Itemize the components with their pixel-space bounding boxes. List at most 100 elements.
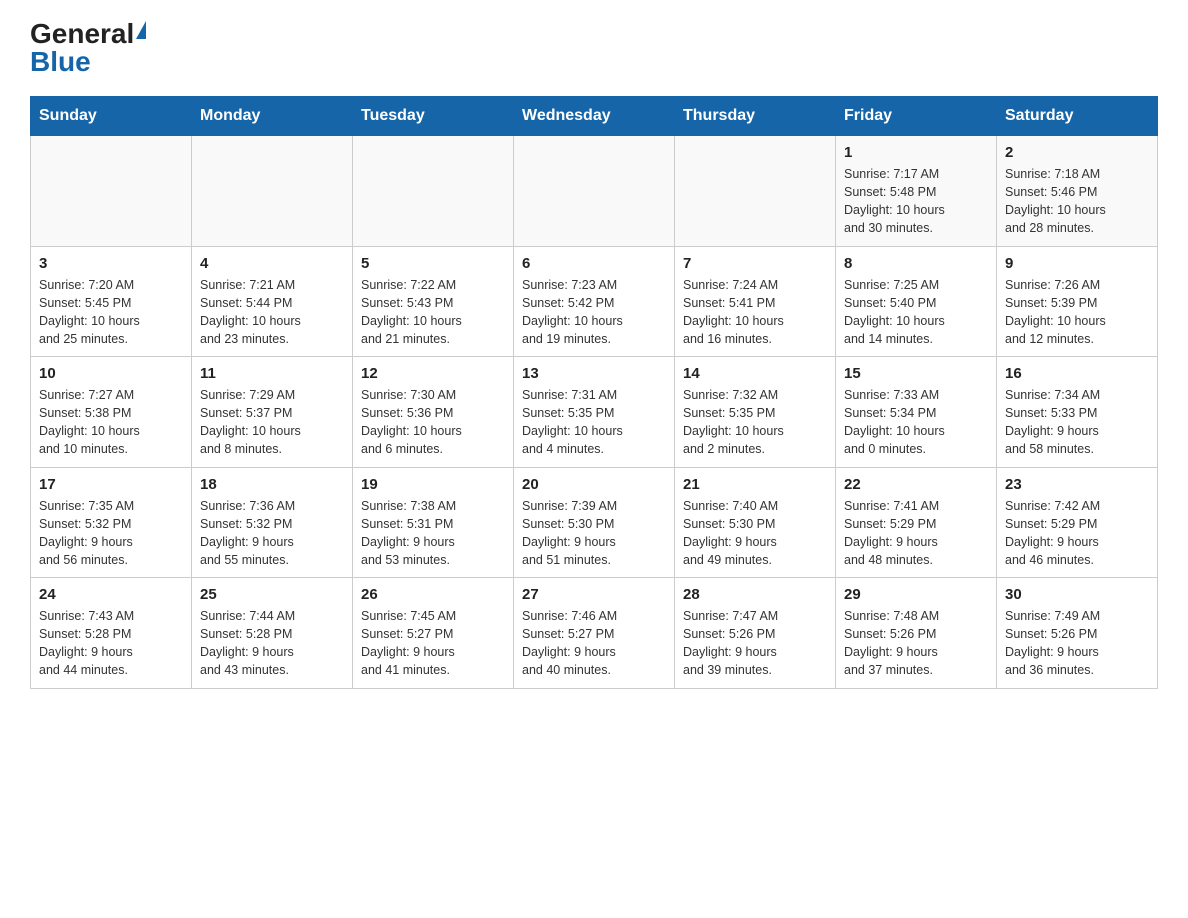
day-number: 19 xyxy=(361,476,505,493)
day-number: 15 xyxy=(844,365,988,382)
day-info: Sunrise: 7:41 AMSunset: 5:29 PMDaylight:… xyxy=(844,497,988,570)
day-info: Sunrise: 7:31 AMSunset: 5:35 PMDaylight:… xyxy=(522,386,666,459)
calendar-cell: 2 Sunrise: 7:18 AMSunset: 5:46 PMDaylight… xyxy=(997,136,1158,247)
calendar-cell: 5 Sunrise: 7:22 AMSunset: 5:43 PMDaylight… xyxy=(353,246,514,357)
day-number: 28 xyxy=(683,586,827,603)
day-number: 29 xyxy=(844,586,988,603)
day-number: 30 xyxy=(1005,586,1149,603)
day-number: 6 xyxy=(522,255,666,272)
day-info: Sunrise: 7:21 AMSunset: 5:44 PMDaylight:… xyxy=(200,276,344,349)
day-number: 26 xyxy=(361,586,505,603)
day-info: Sunrise: 7:30 AMSunset: 5:36 PMDaylight:… xyxy=(361,386,505,459)
calendar-cell: 17Sunrise: 7:35 AMSunset: 5:32 PMDayligh… xyxy=(31,467,192,578)
day-number: 12 xyxy=(361,365,505,382)
calendar-cell xyxy=(31,136,192,247)
day-number: 3 xyxy=(39,255,183,272)
day-number: 5 xyxy=(361,255,505,272)
calendar-cell: 27 Sunrise: 7:46 AMSunset: 5:27 PMDayligh… xyxy=(514,578,675,689)
day-number: 24 xyxy=(39,586,183,603)
calendar-cell: 8 Sunrise: 7:25 AMSunset: 5:40 PMDaylight… xyxy=(836,246,997,357)
day-info: Sunrise: 7:17 AMSunset: 5:48 PMDaylight:… xyxy=(844,165,988,238)
day-number: 2 xyxy=(1005,144,1149,161)
calendar-cell xyxy=(514,136,675,247)
calendar-table: Sunday Monday Tuesday Wednesday Thursday… xyxy=(30,96,1158,689)
calendar-cell: 9Sunrise: 7:26 AMSunset: 5:39 PMDaylight… xyxy=(997,246,1158,357)
day-info: Sunrise: 7:29 AMSunset: 5:37 PMDaylight:… xyxy=(200,386,344,459)
calendar-cell: 29 Sunrise: 7:48 AMSunset: 5:26 PMDayligh… xyxy=(836,578,997,689)
calendar-cell: 1Sunrise: 7:17 AMSunset: 5:48 PMDaylight… xyxy=(836,136,997,247)
day-number: 23 xyxy=(1005,476,1149,493)
calendar-cell: 21Sunrise: 7:40 AMSunset: 5:30 PMDayligh… xyxy=(675,467,836,578)
calendar-week-0: 1Sunrise: 7:17 AMSunset: 5:48 PMDaylight… xyxy=(31,136,1158,247)
day-info: Sunrise: 7:38 AMSunset: 5:31 PMDaylight:… xyxy=(361,497,505,570)
col-wednesday: Wednesday xyxy=(514,97,675,136)
day-number: 25 xyxy=(200,586,344,603)
day-info: Sunrise: 7:40 AMSunset: 5:30 PMDaylight:… xyxy=(683,497,827,570)
calendar-cell: 20Sunrise: 7:39 AMSunset: 5:30 PMDayligh… xyxy=(514,467,675,578)
logo: General Blue xyxy=(30,20,146,76)
day-number: 11 xyxy=(200,365,344,382)
day-number: 14 xyxy=(683,365,827,382)
calendar-cell: 16 Sunrise: 7:34 AMSunset: 5:33 PMDayligh… xyxy=(997,357,1158,468)
calendar-week-2: 10 Sunrise: 7:27 AMSunset: 5:38 PMDayligh… xyxy=(31,357,1158,468)
calendar-header: Sunday Monday Tuesday Wednesday Thursday… xyxy=(31,97,1158,136)
col-tuesday: Tuesday xyxy=(353,97,514,136)
day-info: Sunrise: 7:25 AMSunset: 5:40 PMDaylight:… xyxy=(844,276,988,349)
calendar-cell xyxy=(192,136,353,247)
calendar-cell: 12 Sunrise: 7:30 AMSunset: 5:36 PMDayligh… xyxy=(353,357,514,468)
day-info: Sunrise: 7:32 AMSunset: 5:35 PMDaylight:… xyxy=(683,386,827,459)
day-info: Sunrise: 7:42 AMSunset: 5:29 PMDaylight:… xyxy=(1005,497,1149,570)
day-number: 10 xyxy=(39,365,183,382)
day-info: Sunrise: 7:48 AMSunset: 5:26 PMDaylight:… xyxy=(844,607,988,680)
day-info: Sunrise: 7:46 AMSunset: 5:27 PMDaylight:… xyxy=(522,607,666,680)
day-number: 4 xyxy=(200,255,344,272)
calendar-body: 1Sunrise: 7:17 AMSunset: 5:48 PMDaylight… xyxy=(31,136,1158,689)
col-friday: Friday xyxy=(836,97,997,136)
day-number: 8 xyxy=(844,255,988,272)
day-info: Sunrise: 7:49 AMSunset: 5:26 PMDaylight:… xyxy=(1005,607,1149,680)
day-info: Sunrise: 7:39 AMSunset: 5:30 PMDaylight:… xyxy=(522,497,666,570)
calendar-cell: 26 Sunrise: 7:45 AMSunset: 5:27 PMDayligh… xyxy=(353,578,514,689)
day-number: 22 xyxy=(844,476,988,493)
logo-general-text: General xyxy=(30,20,134,48)
day-number: 27 xyxy=(522,586,666,603)
calendar-cell: 13Sunrise: 7:31 AMSunset: 5:35 PMDayligh… xyxy=(514,357,675,468)
calendar-cell xyxy=(675,136,836,247)
day-info: Sunrise: 7:24 AMSunset: 5:41 PMDaylight:… xyxy=(683,276,827,349)
calendar-cell: 10 Sunrise: 7:27 AMSunset: 5:38 PMDayligh… xyxy=(31,357,192,468)
calendar-cell: 24 Sunrise: 7:43 AMSunset: 5:28 PMDayligh… xyxy=(31,578,192,689)
calendar-cell: 23 Sunrise: 7:42 AMSunset: 5:29 PMDayligh… xyxy=(997,467,1158,578)
day-info: Sunrise: 7:22 AMSunset: 5:43 PMDaylight:… xyxy=(361,276,505,349)
day-number: 18 xyxy=(200,476,344,493)
calendar-cell: 7 Sunrise: 7:24 AMSunset: 5:41 PMDaylight… xyxy=(675,246,836,357)
calendar-week-3: 17Sunrise: 7:35 AMSunset: 5:32 PMDayligh… xyxy=(31,467,1158,578)
calendar-cell: 14 Sunrise: 7:32 AMSunset: 5:35 PMDayligh… xyxy=(675,357,836,468)
day-number: 7 xyxy=(683,255,827,272)
day-number: 9 xyxy=(1005,255,1149,272)
col-thursday: Thursday xyxy=(675,97,836,136)
calendar-cell: 11 Sunrise: 7:29 AMSunset: 5:37 PMDayligh… xyxy=(192,357,353,468)
calendar-cell: 30 Sunrise: 7:49 AMSunset: 5:26 PMDayligh… xyxy=(997,578,1158,689)
day-info: Sunrise: 7:27 AMSunset: 5:38 PMDaylight:… xyxy=(39,386,183,459)
calendar-cell xyxy=(353,136,514,247)
day-number: 16 xyxy=(1005,365,1149,382)
calendar-cell: 28Sunrise: 7:47 AMSunset: 5:26 PMDayligh… xyxy=(675,578,836,689)
day-info: Sunrise: 7:34 AMSunset: 5:33 PMDaylight:… xyxy=(1005,386,1149,459)
calendar-cell: 6 Sunrise: 7:23 AMSunset: 5:42 PMDaylight… xyxy=(514,246,675,357)
day-info: Sunrise: 7:23 AMSunset: 5:42 PMDaylight:… xyxy=(522,276,666,349)
col-sunday: Sunday xyxy=(31,97,192,136)
calendar-week-4: 24 Sunrise: 7:43 AMSunset: 5:28 PMDayligh… xyxy=(31,578,1158,689)
calendar-cell: 3Sunrise: 7:20 AMSunset: 5:45 PMDaylight… xyxy=(31,246,192,357)
header-row: Sunday Monday Tuesday Wednesday Thursday… xyxy=(31,97,1158,136)
day-info: Sunrise: 7:43 AMSunset: 5:28 PMDaylight:… xyxy=(39,607,183,680)
calendar-cell: 22 Sunrise: 7:41 AMSunset: 5:29 PMDayligh… xyxy=(836,467,997,578)
calendar-cell: 19 Sunrise: 7:38 AMSunset: 5:31 PMDayligh… xyxy=(353,467,514,578)
calendar-cell: 4 Sunrise: 7:21 AMSunset: 5:44 PMDaylight… xyxy=(192,246,353,357)
day-info: Sunrise: 7:45 AMSunset: 5:27 PMDaylight:… xyxy=(361,607,505,680)
day-number: 17 xyxy=(39,476,183,493)
col-saturday: Saturday xyxy=(997,97,1158,136)
calendar-cell: 15 Sunrise: 7:33 AMSunset: 5:34 PMDayligh… xyxy=(836,357,997,468)
day-info: Sunrise: 7:33 AMSunset: 5:34 PMDaylight:… xyxy=(844,386,988,459)
day-info: Sunrise: 7:18 AMSunset: 5:46 PMDaylight:… xyxy=(1005,165,1149,238)
logo-blue-text: Blue xyxy=(30,48,91,76)
